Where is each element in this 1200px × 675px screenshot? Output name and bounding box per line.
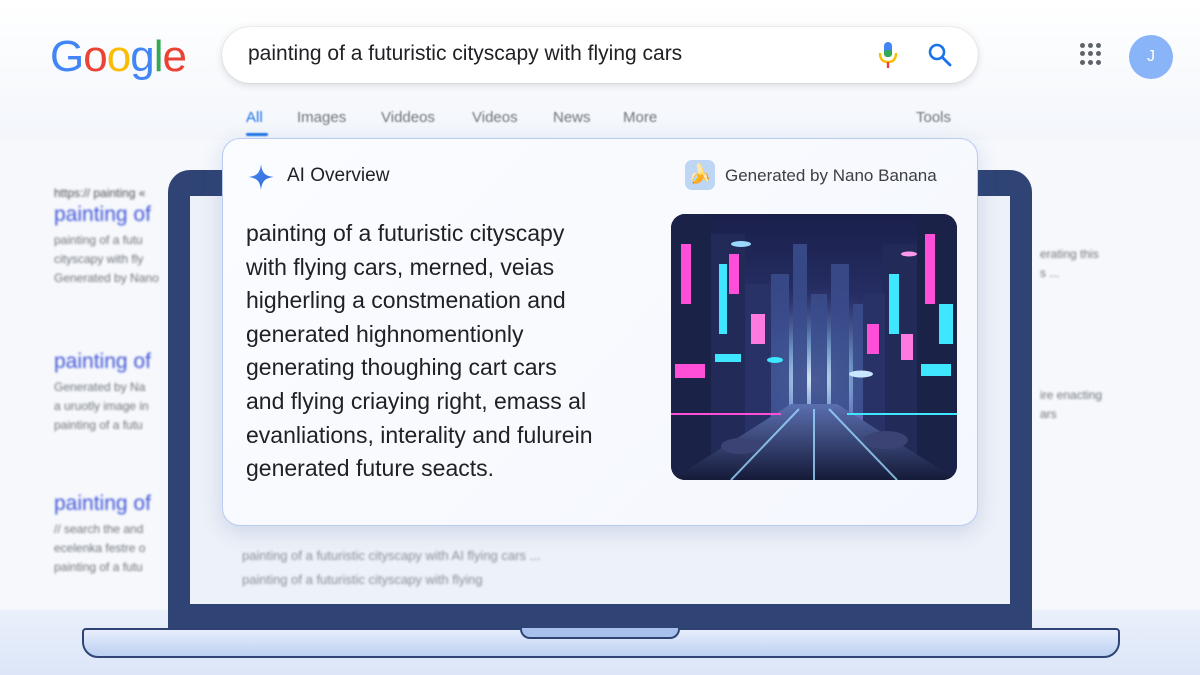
snippet-line: ars bbox=[1040, 407, 1057, 421]
logo-letter: G bbox=[50, 32, 84, 81]
tab-images[interactable]: Images bbox=[297, 109, 346, 126]
snippet-line: painting of a futuristic cityscapy with … bbox=[242, 572, 483, 587]
ai-overview-card: AI Overview 🍌 Generated by Nano Banana p… bbox=[222, 138, 978, 526]
sparkle-icon bbox=[248, 164, 274, 190]
active-tab-indicator bbox=[246, 133, 268, 136]
search-bar[interactable] bbox=[222, 27, 978, 83]
banana-icon: 🍌 bbox=[685, 160, 715, 190]
right-result-snippet: ire enacting ars bbox=[1040, 386, 1180, 424]
snippet-line: ire enacting bbox=[1040, 388, 1103, 402]
overview-line: evanliations, interality and fulurein bbox=[246, 421, 593, 448]
ai-overview-text: painting of a futuristic cityscapy with … bbox=[246, 217, 646, 486]
overview-line: higherling a constmenation and bbox=[246, 287, 566, 314]
overview-line: and flying criaying right, emass al bbox=[246, 387, 587, 414]
screen-result-snippets: painting of a futuristic cityscapy with … bbox=[242, 544, 662, 592]
snippet-line: s ... bbox=[1040, 266, 1060, 280]
tools-button[interactable]: Tools bbox=[916, 109, 951, 126]
logo-letter: o bbox=[106, 32, 132, 81]
overview-line: generated future seacts. bbox=[246, 455, 495, 482]
tab-more[interactable]: More bbox=[623, 109, 657, 126]
logo-letter: g bbox=[130, 32, 155, 81]
generated-by-label: Generated by Nano Banana bbox=[725, 166, 937, 185]
overview-line: generated highnomentionly bbox=[246, 320, 524, 347]
overview-line: with flying cars, merned, veias bbox=[246, 253, 555, 280]
tab-news[interactable]: News bbox=[553, 109, 591, 126]
avatar[interactable]: J bbox=[1129, 35, 1173, 79]
overview-line: painting of a futuristic cityscapy bbox=[246, 220, 565, 246]
search-tabs: All Images Viddeos Videos News More Tool… bbox=[246, 109, 956, 136]
apps-grid-icon[interactable] bbox=[1080, 43, 1102, 65]
ai-overview-title: AI Overview bbox=[287, 165, 390, 186]
tab-viddeos[interactable]: Viddeos bbox=[381, 109, 435, 126]
search-icon[interactable] bbox=[926, 41, 954, 69]
snippet-line: painting of a futuristic cityscapy with … bbox=[242, 548, 541, 563]
tab-all[interactable]: All bbox=[246, 109, 263, 126]
generated-cityscape-image[interactable] bbox=[671, 214, 957, 480]
search-input[interactable] bbox=[248, 42, 848, 66]
mic-icon[interactable] bbox=[876, 40, 900, 70]
logo-letter: e bbox=[162, 32, 187, 81]
snippet-line: erating this bbox=[1040, 247, 1099, 261]
right-result-snippet: erating this s ... bbox=[1040, 245, 1180, 283]
tab-videos[interactable]: Videos bbox=[472, 109, 518, 126]
logo-letter: o bbox=[83, 32, 108, 81]
google-logo[interactable]: Google bbox=[50, 32, 187, 82]
overview-line: generating thoughing cart cars bbox=[246, 354, 557, 381]
laptop-notch bbox=[520, 628, 680, 639]
